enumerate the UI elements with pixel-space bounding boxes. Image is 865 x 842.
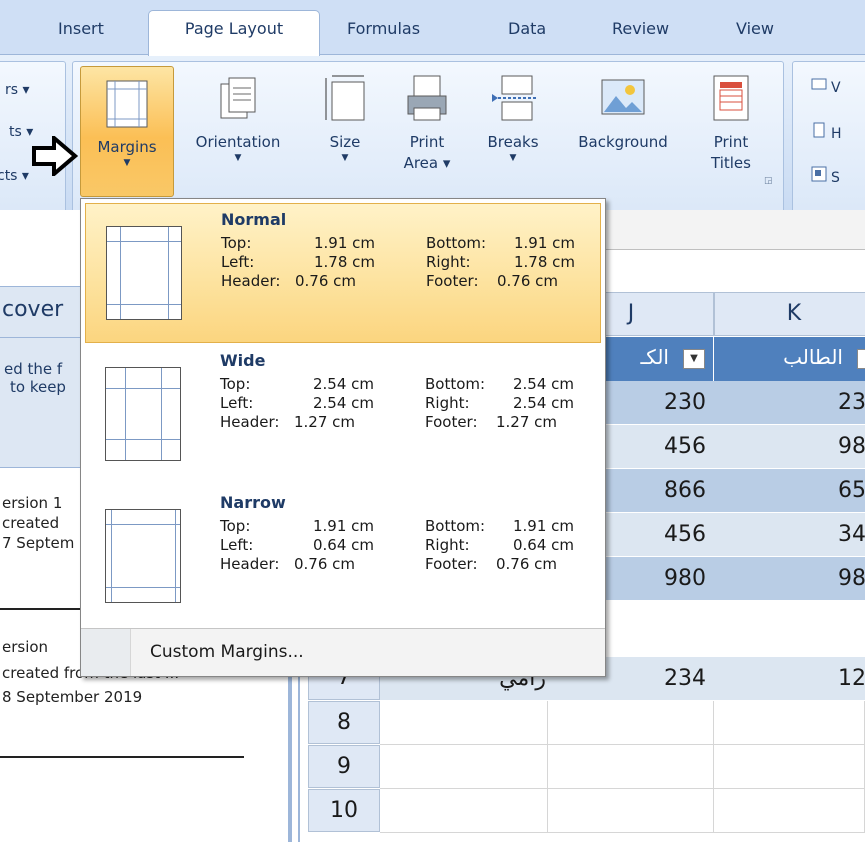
empty-cell[interactable] bbox=[714, 789, 865, 833]
print-area-label-2: Area ▾ bbox=[403, 154, 451, 172]
empty-cell[interactable] bbox=[380, 745, 548, 789]
dialog-launcher-icon[interactable]: ◲ bbox=[764, 176, 773, 186]
breaks-label: Breaks bbox=[487, 133, 539, 151]
print-titles-icon bbox=[713, 75, 749, 121]
row-header[interactable]: 10 bbox=[308, 789, 380, 832]
orientation-button[interactable]: Orientation ▼ bbox=[176, 74, 300, 163]
chevron-down-icon: ▼ bbox=[123, 158, 131, 168]
empty-cell[interactable] bbox=[380, 789, 548, 833]
orientation-label: Orientation bbox=[195, 133, 281, 151]
background-button[interactable]: Background bbox=[556, 74, 690, 153]
margins-icon bbox=[106, 80, 148, 128]
option-title: Normal bbox=[221, 210, 287, 229]
table-cell[interactable]: 98 bbox=[714, 425, 865, 469]
height-icon bbox=[813, 122, 825, 138]
width-item[interactable]: V bbox=[811, 76, 841, 96]
margins-button[interactable]: Margins ▼ bbox=[80, 66, 174, 197]
margin-option-normal[interactable]: Normal Top: 1.91 cm Bottom: 1.91 cm Left: 1… bbox=[85, 203, 601, 343]
orientation-icon bbox=[220, 77, 256, 119]
scale-icon bbox=[811, 166, 827, 182]
table-cell[interactable]: 12 bbox=[714, 657, 865, 701]
column-header-k[interactable]: K bbox=[714, 292, 865, 336]
divider bbox=[0, 756, 244, 758]
row-header[interactable]: 8 bbox=[308, 701, 380, 744]
normal-margins-icon bbox=[106, 226, 182, 320]
size-button[interactable]: Size ▼ bbox=[316, 74, 374, 163]
option-title: Narrow bbox=[220, 493, 286, 512]
margin-option-narrow[interactable]: Narrow Top: 1.91 cm Bottom: 1.91 cm Left: 0… bbox=[85, 487, 601, 627]
print-area-button[interactable]: Print Area ▾ bbox=[390, 74, 464, 174]
custom-margins-label: Custom Margins... bbox=[150, 642, 304, 662]
margin-option-wide[interactable]: Wide Top: 2.54 cm Bottom: 2.54 cm Left: 2.5… bbox=[85, 345, 601, 485]
chevron-down-icon: ▼ bbox=[509, 153, 517, 163]
background-icon bbox=[601, 79, 645, 115]
empty-cell[interactable] bbox=[714, 701, 865, 745]
empty-cell[interactable] bbox=[548, 701, 714, 745]
size-label: Size bbox=[329, 133, 361, 151]
print-titles-label-2: Titles bbox=[711, 154, 751, 172]
filter-dropdown-icon[interactable]: ▼ bbox=[683, 349, 705, 369]
breaks-button[interactable]: Breaks ▼ bbox=[476, 74, 550, 163]
background-label: Background bbox=[578, 133, 668, 151]
themes-item-2[interactable]: ts ▾ bbox=[9, 124, 33, 140]
tab-formulas[interactable]: Formulas bbox=[347, 19, 420, 38]
row-header[interactable]: 9 bbox=[308, 745, 380, 788]
pointer-arrow-icon bbox=[32, 136, 78, 176]
empty-cell[interactable] bbox=[548, 789, 714, 833]
tab-view[interactable]: View bbox=[736, 19, 774, 38]
table-cell[interactable]: 34 bbox=[714, 513, 865, 557]
table-cell[interactable]: 65 bbox=[714, 469, 865, 513]
empty-cell[interactable] bbox=[548, 745, 714, 789]
pane-title: cover bbox=[2, 297, 64, 322]
print-titles-button[interactable]: Print Titles bbox=[694, 74, 768, 174]
empty-cell[interactable] bbox=[714, 745, 865, 789]
option-title: Wide bbox=[220, 351, 266, 370]
breaks-icon bbox=[492, 75, 536, 121]
print-titles-label-1: Print bbox=[713, 133, 749, 151]
chevron-down-icon: ▼ bbox=[341, 153, 349, 163]
themes-item-3[interactable]: cts ▾ bbox=[0, 168, 29, 184]
tab-insert[interactable]: Insert bbox=[58, 19, 104, 38]
width-icon bbox=[811, 78, 827, 90]
themes-item-1[interactable]: rs ▾ bbox=[5, 82, 30, 98]
ribbon-tab-bar: Insert Formulas Data Review View bbox=[0, 0, 865, 54]
height-item[interactable]: H bbox=[811, 122, 842, 142]
size-icon bbox=[325, 75, 365, 121]
empty-cell[interactable] bbox=[380, 701, 548, 745]
chevron-down-icon: ▼ bbox=[234, 153, 242, 163]
tab-review[interactable]: Review bbox=[612, 19, 669, 38]
print-area-icon bbox=[407, 75, 447, 121]
table-cell[interactable]: 98 bbox=[714, 557, 865, 601]
print-area-label-1: Print bbox=[409, 133, 445, 151]
tab-data[interactable]: Data bbox=[508, 19, 546, 38]
table-header-k[interactable]: الطالب bbox=[714, 337, 865, 381]
margins-dropdown: Normal Top: 1.91 cm Bottom: 1.91 cm Left: 1… bbox=[80, 198, 606, 677]
filter-dropdown-icon[interactable] bbox=[857, 349, 865, 369]
narrow-margins-icon bbox=[105, 509, 181, 603]
table-cell[interactable]: 23 bbox=[714, 381, 865, 425]
tab-page-layout[interactable]: Page Layout bbox=[148, 10, 320, 56]
scale-item[interactable]: S bbox=[811, 166, 840, 186]
wide-margins-icon bbox=[105, 367, 181, 461]
margins-label: Margins bbox=[97, 138, 157, 156]
